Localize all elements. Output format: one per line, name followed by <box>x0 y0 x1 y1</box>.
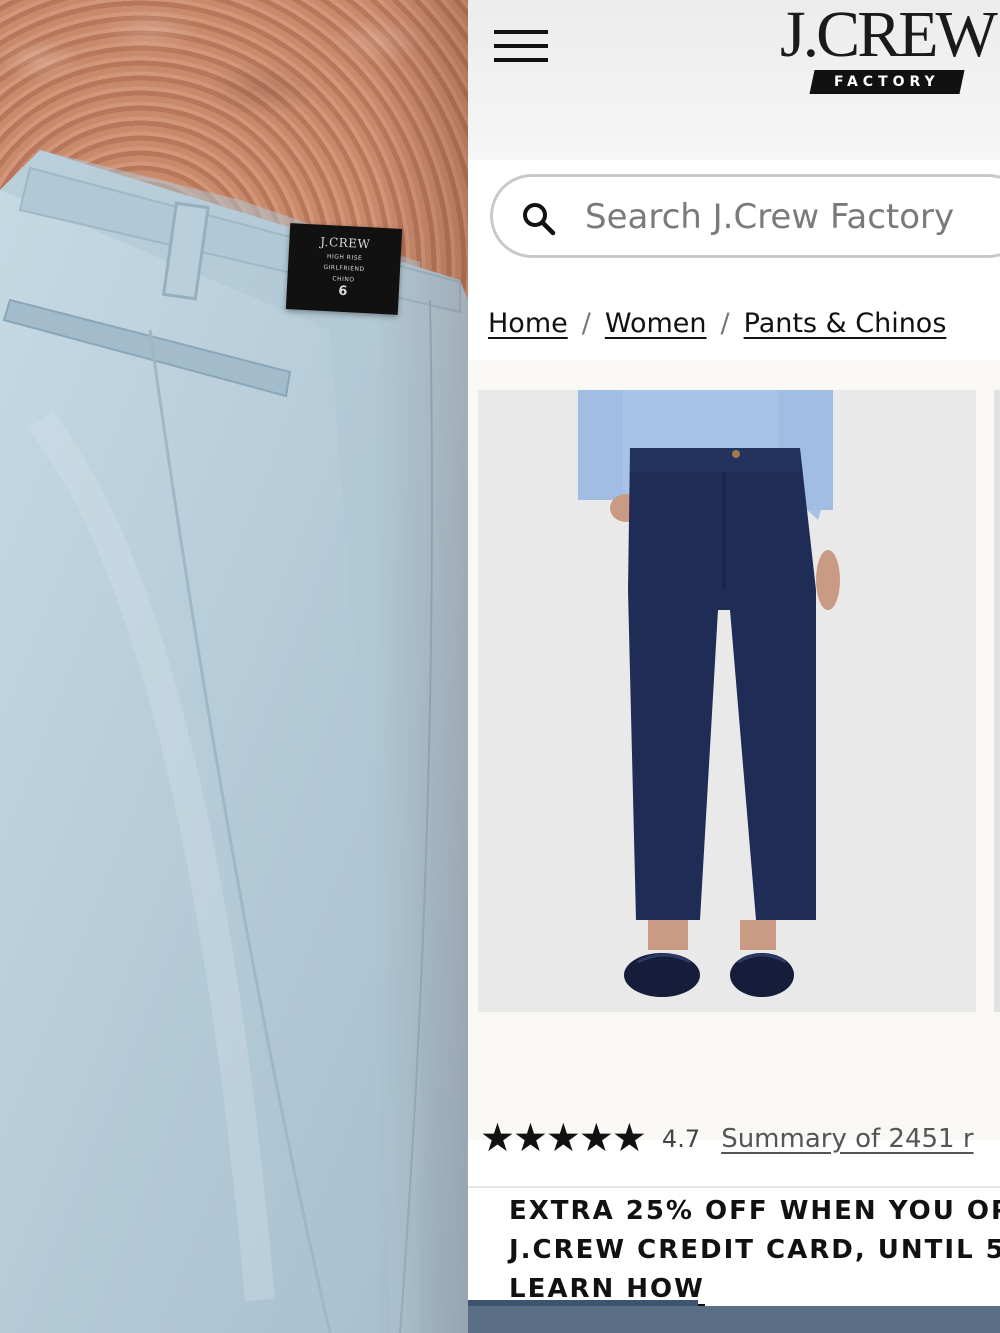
promo-line-2: J.CREW CREDIT CARD, UNTIL 5/1 <box>509 1235 1000 1265</box>
logo-factory-text: FACTORY <box>834 74 940 90</box>
model-wearing-navy-chinos <box>478 390 976 1012</box>
product-card-next-peek[interactable] <box>994 390 1000 1012</box>
bottom-bar <box>468 1306 1000 1333</box>
breadcrumb-women[interactable]: Women <box>605 308 707 339</box>
rating-value: 4.7 <box>661 1124 701 1153</box>
promo-banner: EXTRA 25% OFF WHEN YOU OPE J.CREW CREDIT… <box>468 1186 1000 1307</box>
breadcrumb-pants-chinos[interactable]: Pants & Chinos <box>744 308 947 339</box>
jcrew-factory-mobile-page: J.CREW FACTORY Home / Women / Pants & Chinos <box>468 0 1000 1333</box>
search-bar[interactable] <box>490 174 1000 258</box>
breadcrumb-home[interactable]: Home <box>488 308 568 339</box>
promo-line-1: EXTRA 25% OFF WHEN YOU OPE <box>509 1196 1000 1226</box>
rating-stars-icon: ★★★★★ <box>480 1116 647 1161</box>
hamburger-menu-icon[interactable] <box>494 30 548 64</box>
breadcrumb-separator: / <box>720 308 730 339</box>
search-input[interactable] <box>585 191 1000 243</box>
product-rating: ★★★★★ 4.7 Summary of 2451 r <box>480 1116 974 1161</box>
product-grid <box>468 360 1000 1140</box>
logo-wordmark: J.CREW <box>780 0 998 71</box>
hang-tag: J.CREW HIGH RISE GIRLFRIEND CHINO 6 <box>285 223 403 315</box>
logo-factory-badge: FACTORY <box>809 70 965 94</box>
pants-photo: J.CREW HIGH RISE GIRLFRIEND CHINO 6 <box>0 0 468 1333</box>
search-icon[interactable] <box>521 201 557 237</box>
site-header: J.CREW FACTORY <box>468 0 1000 258</box>
product-card-image[interactable] <box>478 390 976 1012</box>
breadcrumb: Home / Women / Pants & Chinos <box>488 308 946 339</box>
site-logo[interactable]: J.CREW FACTORY <box>780 2 1000 102</box>
reviews-summary-link[interactable]: Summary of 2451 r <box>721 1124 973 1154</box>
photo-shadow <box>0 0 468 1333</box>
tag-brand: J.CREW <box>320 234 371 252</box>
breadcrumb-separator: / <box>581 308 591 339</box>
